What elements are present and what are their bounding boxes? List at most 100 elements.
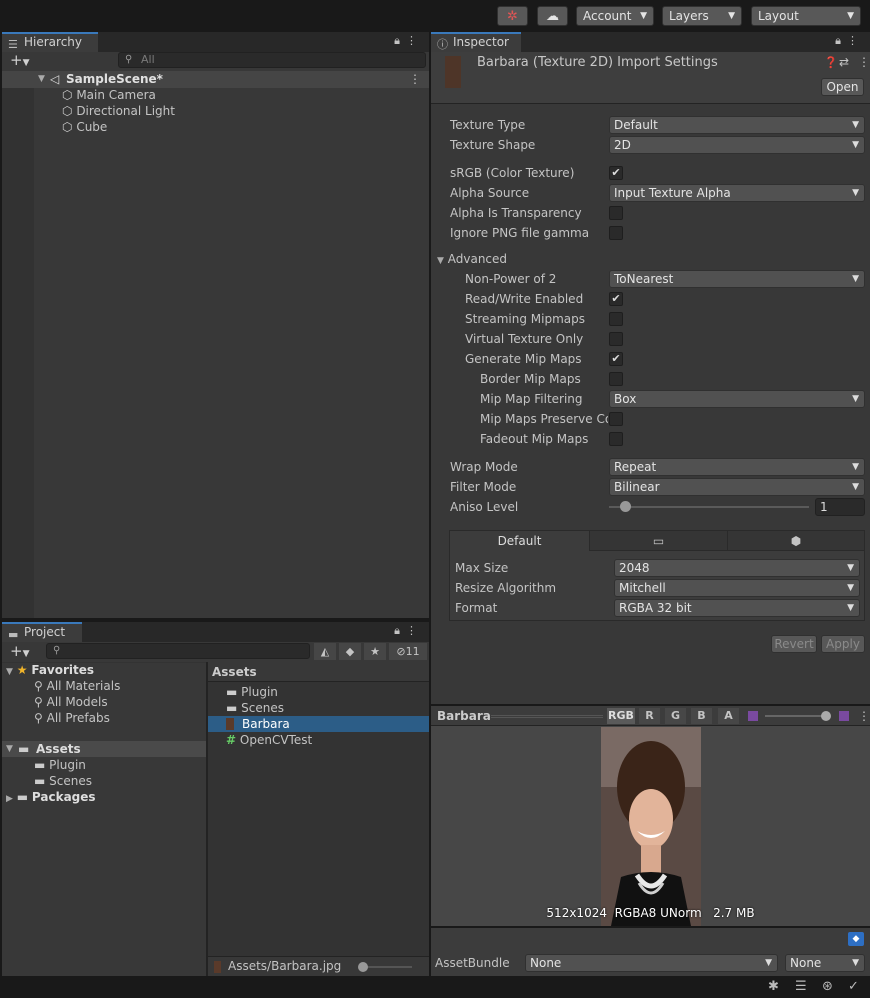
aniso-slider-thumb[interactable] bbox=[620, 501, 632, 512]
hierarchy-item[interactable]: ⬡ Main Camera bbox=[62, 87, 156, 103]
resize-algorithm-dropdown[interactable]: Mitchell ▼ bbox=[614, 579, 860, 597]
file-item[interactable]: ▬ Scenes bbox=[226, 700, 284, 716]
format-dropdown[interactable]: RGBA 32 bit ▼ bbox=[614, 599, 860, 617]
channel-b-button[interactable]: B bbox=[691, 708, 712, 724]
more-menu-icon[interactable]: ⋮ bbox=[409, 71, 421, 88]
texture-type-dropdown[interactable]: Default ▼ bbox=[609, 116, 865, 134]
more-menu-icon[interactable]: ⋮ bbox=[858, 55, 870, 69]
revert-button[interactable]: Revert bbox=[771, 635, 817, 653]
create-button[interactable]: +▼ bbox=[10, 52, 30, 71]
wrap-mode-dropdown[interactable]: Repeat ▼ bbox=[609, 458, 865, 476]
assetbundle-variant-dropdown[interactable]: None ▼ bbox=[785, 954, 865, 972]
project-search-input[interactable]: ⚲ bbox=[46, 643, 310, 659]
folder-item[interactable]: ▬ Plugin bbox=[34, 757, 86, 773]
srgb-checkbox[interactable]: ✔ bbox=[609, 166, 623, 180]
favorite-item[interactable]: ⚲ All Materials bbox=[34, 678, 120, 694]
cache-server-icon[interactable]: ☰ bbox=[795, 979, 807, 994]
favorite-item[interactable]: ⚲ All Prefabs bbox=[34, 710, 110, 726]
channel-g-button[interactable]: G bbox=[665, 708, 686, 724]
hierarchy-search-input[interactable]: ⚲ All bbox=[118, 52, 426, 68]
streaming-mipmaps-checkbox[interactable] bbox=[609, 312, 623, 326]
max-size-dropdown[interactable]: 2048 ▼ bbox=[614, 559, 860, 577]
icon-size-slider-thumb[interactable] bbox=[358, 962, 368, 972]
hierarchy-item[interactable]: ⬡ Cube bbox=[62, 119, 107, 135]
tab-hierarchy[interactable]: ☰ Hierarchy bbox=[2, 32, 98, 52]
lock-icon[interactable]: 🔒︎ bbox=[394, 624, 406, 637]
splitter[interactable] bbox=[206, 662, 208, 976]
channel-a-button[interactable]: A bbox=[718, 708, 739, 724]
hidden-packages-button[interactable]: ⊘11 bbox=[389, 643, 427, 660]
mip-preserve-coverage-checkbox[interactable] bbox=[609, 412, 623, 426]
filter-mode-dropdown[interactable]: Bilinear ▼ bbox=[609, 478, 865, 496]
help-icon[interactable]: ❓ bbox=[824, 56, 838, 69]
mip-slider-thumb[interactable] bbox=[821, 711, 831, 721]
expand-arrow-icon[interactable]: ▼ bbox=[38, 71, 45, 88]
drag-handle[interactable] bbox=[491, 715, 603, 718]
channel-r-button[interactable]: R bbox=[639, 708, 660, 724]
tab-platform-android[interactable]: ⬢ bbox=[727, 531, 864, 551]
favorites-row[interactable]: ▼ ★ Favorites bbox=[6, 662, 94, 678]
border-mipmaps-checkbox[interactable] bbox=[609, 372, 623, 386]
open-button[interactable]: Open bbox=[821, 78, 864, 96]
channel-rgb-button[interactable]: RGB bbox=[607, 708, 635, 724]
chevron-down-icon: ▼ bbox=[728, 11, 735, 21]
expand-arrow-icon[interactable]: ▼ bbox=[6, 741, 13, 757]
aniso-level-input[interactable]: 1 bbox=[815, 498, 865, 516]
mip-filtering-dropdown[interactable]: Box ▼ bbox=[609, 390, 865, 408]
auto-generate-lighting-icon[interactable]: ⊛ bbox=[822, 979, 833, 994]
layout-dropdown[interactable]: Layout ▼ bbox=[751, 6, 861, 26]
more-menu-icon[interactable]: ⋮ bbox=[858, 706, 870, 726]
assets-row[interactable]: ▼ ▬ Assets bbox=[2, 741, 206, 757]
virtual-texture-checkbox[interactable] bbox=[609, 332, 623, 346]
assetbundle-name-dropdown[interactable]: None ▼ bbox=[525, 954, 778, 972]
progress-check-icon[interactable]: ✓ bbox=[848, 979, 859, 994]
aniso-slider-track[interactable] bbox=[609, 506, 809, 508]
chevron-down-icon: ▼ bbox=[765, 958, 772, 968]
tab-platform-default[interactable]: Default bbox=[450, 531, 589, 551]
filter-type-icon[interactable]: ◭ bbox=[314, 643, 336, 660]
fadeout-mipmaps-checkbox[interactable] bbox=[609, 432, 623, 446]
filter-label-icon[interactable]: ◆ bbox=[339, 643, 361, 660]
cloud-button[interactable]: ☁ bbox=[537, 6, 568, 26]
npot-dropdown[interactable]: ToNearest ▼ bbox=[609, 270, 865, 288]
generate-mipmaps-checkbox[interactable]: ✔ bbox=[609, 352, 623, 366]
read-write-checkbox[interactable]: ✔ bbox=[609, 292, 623, 306]
cloud-icon: ☁ bbox=[546, 9, 559, 24]
mip-slider-track[interactable] bbox=[765, 715, 829, 717]
tab-inspector[interactable]: ⓘ Inspector bbox=[431, 32, 521, 52]
advanced-foldout[interactable]: ▼ Advanced bbox=[437, 249, 507, 269]
expand-arrow-icon[interactable]: ▶ bbox=[6, 794, 13, 804]
favorite-item-label: All Prefabs bbox=[46, 711, 110, 725]
alpha-source-dropdown[interactable]: Input Texture Alpha ▼ bbox=[609, 184, 865, 202]
layers-dropdown[interactable]: Layers ▼ bbox=[662, 6, 742, 26]
texture-shape-dropdown[interactable]: 2D ▼ bbox=[609, 136, 865, 154]
scene-row[interactable]: ▼ ◁ SampleScene* ⋮ bbox=[2, 71, 429, 88]
ignore-png-gamma-checkbox[interactable] bbox=[609, 226, 623, 240]
file-item-selected[interactable]: Barbara bbox=[208, 716, 429, 732]
create-asset-button[interactable]: +▼ bbox=[10, 643, 30, 662]
packages-row[interactable]: ▶ ▬ Packages bbox=[6, 789, 96, 805]
lock-icon[interactable]: 🔒︎ bbox=[835, 34, 847, 47]
npot-label: Non-Power of 2 bbox=[465, 272, 557, 286]
more-menu-icon[interactable]: ⋮ bbox=[406, 34, 423, 47]
tab-platform-standalone[interactable]: ▭ bbox=[589, 531, 727, 551]
debug-bug-icon[interactable]: ✱ bbox=[768, 979, 779, 994]
favorite-star-icon[interactable]: ★ bbox=[364, 643, 386, 660]
hierarchy-item[interactable]: ⬡ Directional Light bbox=[62, 103, 175, 119]
alpha-transparency-checkbox[interactable] bbox=[609, 206, 623, 220]
file-item[interactable]: # OpenCVTest bbox=[226, 732, 312, 748]
tab-project[interactable]: ▬ Project bbox=[2, 622, 82, 642]
more-menu-icon[interactable]: ⋮ bbox=[847, 34, 864, 47]
collab-button[interactable]: ✲ bbox=[497, 6, 528, 26]
folder-item[interactable]: ▬ Scenes bbox=[34, 773, 92, 789]
apply-button[interactable]: Apply bbox=[821, 635, 865, 653]
eye-slash-icon: ⊘ bbox=[396, 645, 406, 658]
expand-arrow-icon[interactable]: ▼ bbox=[6, 667, 13, 677]
account-dropdown[interactable]: Account ▼ bbox=[576, 6, 654, 26]
more-menu-icon[interactable]: ⋮ bbox=[406, 624, 423, 637]
asset-label-tag-icon[interactable]: ◆ bbox=[848, 932, 864, 946]
preset-icon[interactable]: ⇄ bbox=[839, 55, 849, 69]
lock-icon[interactable]: 🔒︎ bbox=[394, 34, 406, 47]
file-item[interactable]: ▬ Plugin bbox=[226, 684, 278, 700]
favorite-item[interactable]: ⚲ All Models bbox=[34, 694, 108, 710]
